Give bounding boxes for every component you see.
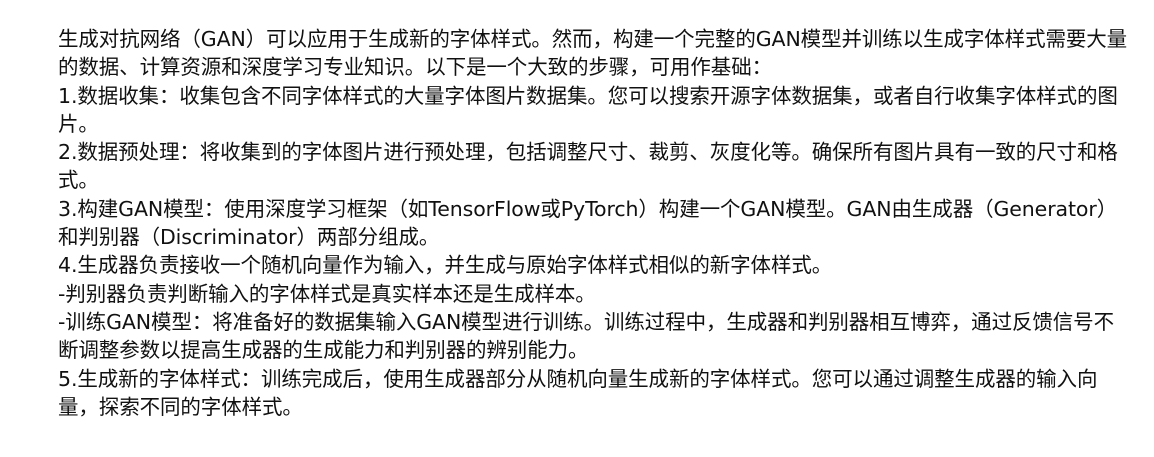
document-body: 生成对抗网络（GAN）可以应用于生成新的字体样式。然而，构建一个完整的GAN模型… [58, 25, 1128, 421]
step-generator: 4.生成器负责接收一个随机向量作为输入，并生成与原始字体样式相似的新字体样式。 [58, 253, 833, 278]
step-generate-new: 5.生成新的字体样式：训练完成后，使用生成器部分从随机向量生成新的字体样式。您可… [58, 366, 1098, 419]
step-data-collection: 1.数据收集：收集包含不同字体样式的大量字体图片数据集。您可以搜索开源字体数据集… [58, 83, 1118, 136]
step-training: -训练GAN模型：将准备好的数据集输入GAN模型进行训练。训练过程中，生成器和判… [58, 309, 1114, 363]
step-discriminator: -判别器负责判断输入的字体样式是真实样本还是生成样本。 [58, 281, 596, 306]
intro-paragraph: 生成对抗网络（GAN）可以应用于生成新的字体样式。然而，构建一个完整的GAN模型… [58, 27, 1128, 80]
step-preprocessing: 2.数据预处理：将收集到的字体图片进行预处理，包括调整尺寸、裁剪、灰度化等。确保… [58, 140, 1118, 193]
step-build-model: 3.构建GAN模型：使用深度学习框架（如TensorFlow或PyTorch）构… [58, 196, 1118, 250]
